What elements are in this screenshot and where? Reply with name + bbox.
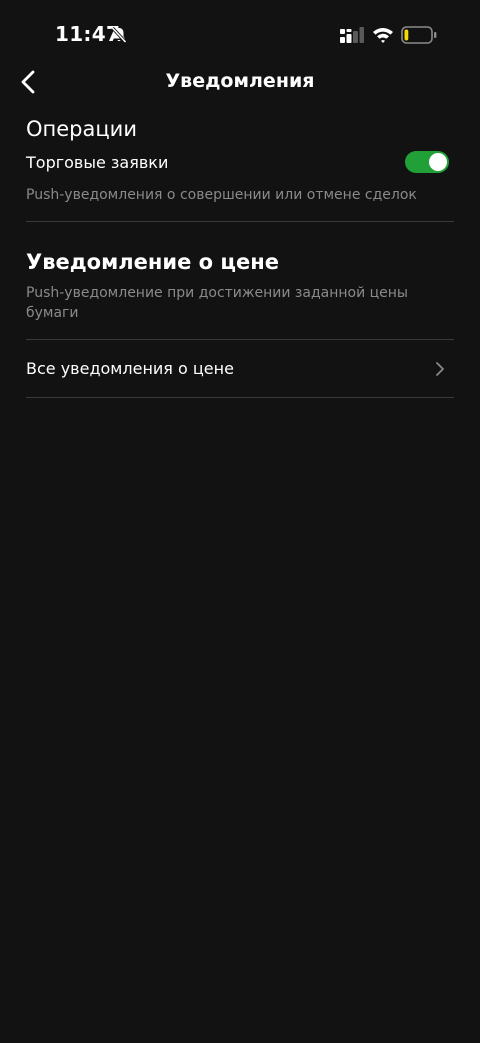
divider: [26, 221, 454, 222]
trade-orders-toggle[interactable]: [405, 151, 449, 173]
all-price-alerts-row[interactable]: Все уведомления о цене: [26, 340, 454, 397]
toggle-knob: [429, 153, 447, 171]
section-title-operations: Операции: [26, 117, 137, 141]
divider: [26, 397, 454, 398]
section-title-price-alerts: Уведомление о цене: [26, 250, 279, 274]
all-price-alerts-label: Все уведомления о цене: [26, 359, 234, 378]
bell-off-icon: [111, 26, 127, 44]
trade-orders-row: Торговые заявки: [26, 146, 454, 178]
wifi-icon: [373, 28, 393, 43]
battery-icon: [401, 26, 437, 44]
price-alerts-description: Push-уведомление при достижении заданной…: [26, 285, 408, 321]
trade-orders-description: Push-уведомления о совершении или отмене…: [26, 187, 417, 203]
operations-section: Операции Торговые заявки Push-уведомлени…: [26, 112, 454, 222]
price-alerts-section: Уведомление о цене Push-уведомление при …: [26, 245, 454, 398]
signal-icon: [340, 27, 364, 43]
main-content: Операции Торговые заявки Push-уведомлени…: [26, 112, 454, 398]
trade-orders-label: Торговые заявки: [26, 152, 169, 172]
chevron-right-icon: [436, 361, 444, 376]
page-title: Уведомления: [165, 70, 315, 92]
nav-bar: Уведомления: [0, 58, 480, 106]
